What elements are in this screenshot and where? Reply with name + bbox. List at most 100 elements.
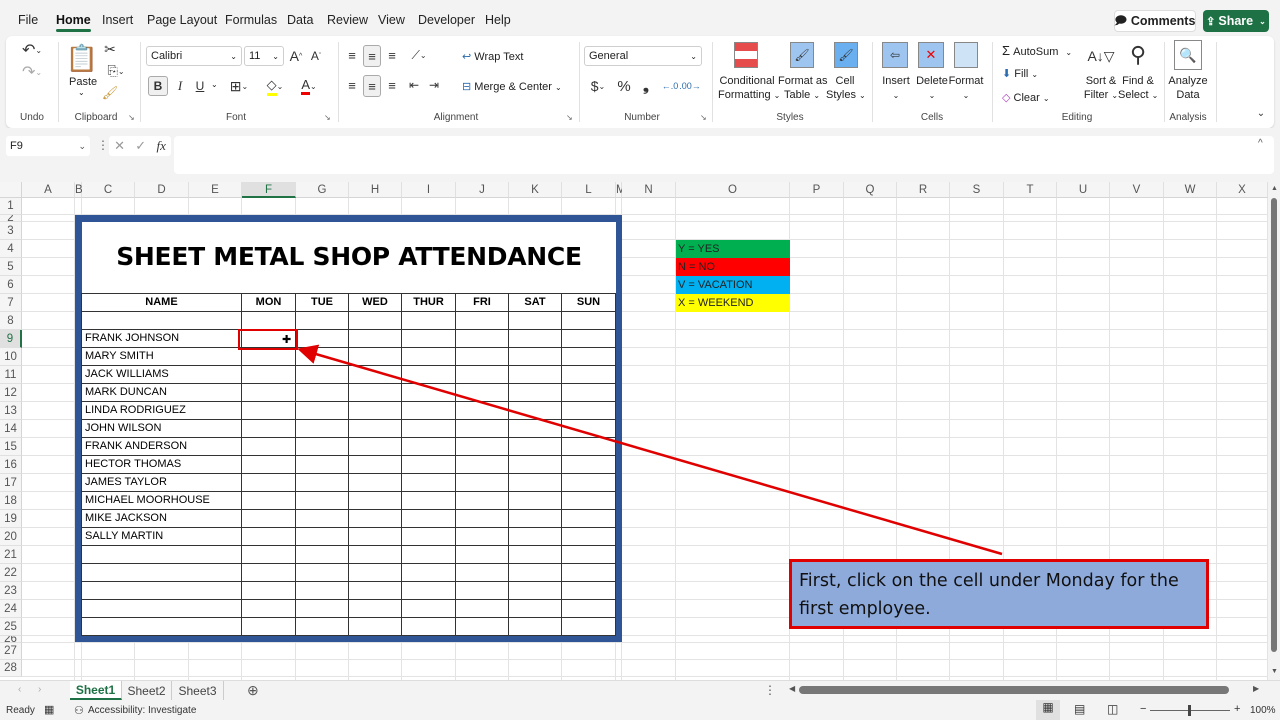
accessibility-status[interactable]: Accessibility: Investigate	[88, 705, 196, 716]
autosum-button[interactable]: Σ AutoSum ⌄	[1002, 43, 1072, 58]
tab-file[interactable]: File	[18, 13, 38, 27]
bold-button[interactable]: B	[148, 76, 168, 96]
tab-data[interactable]: Data	[287, 13, 313, 27]
cell-styles-button[interactable]: Cell Styles ⌄	[826, 74, 866, 103]
add-sheet-icon[interactable]: ⊕	[247, 682, 259, 699]
alignment-launcher-icon[interactable]: ↘	[566, 113, 573, 122]
increase-decimal-icon[interactable]: ←.0	[662, 76, 679, 96]
group-label-styles: Styles	[776, 112, 804, 123]
tab-page-layout[interactable]: Page Layout	[147, 13, 217, 27]
status-ready: Ready	[6, 705, 35, 716]
normal-view-icon[interactable]: ▦	[1036, 700, 1060, 720]
accessibility-icon: ⚇	[74, 705, 84, 717]
vertical-scrollbar[interactable]: ▲ ▼	[1268, 182, 1280, 680]
copy-icon[interactable]: ⎘ ⌄	[102, 62, 130, 80]
page-layout-view-icon[interactable]: ▤	[1074, 702, 1085, 716]
redo-icon[interactable]: ↷ ⌄	[18, 62, 46, 82]
sort-filter-icon: A↓▽	[1087, 47, 1115, 64]
sheet-tab-3[interactable]: Sheet3	[172, 681, 224, 700]
vertical-scroll-thumb[interactable]	[1271, 198, 1277, 652]
increase-font-icon[interactable]: A ^	[288, 46, 304, 66]
analyze-data-button[interactable]: Analyze Data	[1168, 74, 1208, 102]
align-top-icon[interactable]: ≡	[344, 46, 360, 64]
align-bottom-icon[interactable]: ≡	[384, 46, 400, 64]
cancel-icon[interactable]: ✕	[114, 138, 125, 154]
align-right-icon[interactable]: ≡	[384, 76, 400, 94]
font-launcher-icon[interactable]: ↘	[324, 113, 331, 122]
formula-input[interactable]	[174, 136, 1274, 174]
italic-button[interactable]: I	[172, 76, 188, 96]
merge-center-button[interactable]: ⊟ Merge & Center ⌄	[462, 80, 562, 93]
fill-color-icon[interactable]: ◇ ⌄	[262, 76, 288, 96]
align-left-icon[interactable]: ≡	[344, 76, 360, 94]
clipboard-launcher-icon[interactable]: ↘	[128, 113, 135, 122]
delete-cells-button[interactable]: Delete ⌄	[916, 74, 948, 103]
eraser-icon: ◇	[1002, 92, 1011, 104]
font-size-select[interactable]: 11 ⌄	[244, 46, 284, 66]
insert-function-button[interactable]: fx	[156, 138, 165, 154]
share-icon: ⇪	[1206, 15, 1216, 28]
decrease-font-icon[interactable]: Aˇ	[308, 46, 324, 66]
align-center-icon[interactable]: ≡	[363, 75, 381, 97]
clear-button[interactable]: ◇ Clear ⌄	[1002, 91, 1050, 104]
underline-button[interactable]: U	[192, 76, 208, 96]
insert-cells-icon: ⇦	[882, 42, 908, 68]
percent-button[interactable]: %	[616, 76, 632, 96]
comments-button[interactable]: 🗩 Comments	[1114, 10, 1196, 32]
collapse-ribbon-icon[interactable]: ⌄	[1254, 106, 1268, 120]
comments-label: Comments	[1130, 14, 1196, 28]
tab-formulas[interactable]: Formulas	[225, 13, 277, 27]
zoom-level[interactable]: 100%	[1250, 705, 1276, 716]
orientation-icon[interactable]: ⟋ ⌄	[406, 46, 432, 64]
more-options-icon[interactable]: ⋮	[97, 138, 109, 152]
wrap-text-button[interactable]: ↩ Wrap Text	[462, 50, 523, 63]
format-painter-icon[interactable]: 🖌	[102, 84, 119, 102]
zoom-out-button[interactable]: −	[1140, 703, 1146, 715]
font-name-select[interactable]: Calibri ⌄	[146, 46, 242, 66]
zoom-slider-thumb[interactable]	[1188, 705, 1191, 716]
enter-icon[interactable]: ✓	[135, 138, 146, 154]
delete-cells-icon: ✕	[918, 42, 944, 68]
tab-developer[interactable]: Developer	[418, 13, 475, 27]
name-box[interactable]: F9 ⌄	[6, 136, 90, 156]
undo-icon[interactable]: ↶ ⌄	[18, 40, 46, 60]
align-middle-icon[interactable]: ≡	[363, 45, 381, 67]
tab-view[interactable]: View	[378, 13, 405, 27]
macro-recording-icon[interactable]: ▦	[44, 703, 54, 716]
number-launcher-icon[interactable]: ↘	[700, 113, 707, 122]
conditional-formatting-button[interactable]: Conditional Formatting ⌄	[718, 74, 780, 103]
paste-icon[interactable]: 📋	[66, 40, 98, 76]
fill-button[interactable]: ⬇ Fill ⌄	[1002, 67, 1038, 80]
sheet-tab-2[interactable]: Sheet2	[122, 681, 172, 700]
decrease-decimal-icon[interactable]: .00→	[679, 76, 701, 96]
share-label: Share	[1218, 14, 1254, 28]
horizontal-scrollbar[interactable]: ◀ ▶	[789, 684, 1259, 696]
increase-indent-icon[interactable]: ⇥	[426, 76, 442, 94]
tab-home[interactable]: Home	[56, 13, 91, 32]
format-cells-button[interactable]: Format ⌄	[948, 74, 984, 103]
paste-button[interactable]: Paste	[69, 76, 97, 88]
comma-button[interactable]: ❟	[640, 76, 652, 96]
decrease-indent-icon[interactable]: ⇤	[406, 76, 422, 94]
insert-cells-button[interactable]: Insert ⌄	[882, 74, 910, 103]
sheet-tab-1[interactable]: Sheet1	[70, 681, 122, 700]
zoom-in-button[interactable]: +	[1234, 703, 1240, 715]
tab-insert[interactable]: Insert	[102, 13, 133, 27]
prev-sheet-icon[interactable]: ‹	[18, 684, 21, 695]
currency-button[interactable]: $ ⌄	[586, 76, 610, 96]
find-select-button[interactable]: Find & Select ⌄	[1118, 74, 1158, 103]
borders-icon[interactable]: ⊞ ⌄	[226, 76, 252, 96]
expand-formula-bar-icon[interactable]: ^	[1258, 138, 1263, 149]
share-button[interactable]: ⇪ Share ⌄	[1203, 10, 1269, 32]
sort-filter-button[interactable]: Sort & Filter ⌄	[1082, 74, 1120, 103]
tab-splitter-icon[interactable]: ⋮	[764, 683, 776, 697]
horizontal-scroll-thumb[interactable]	[799, 686, 1229, 694]
number-format-select[interactable]: General ⌄	[584, 46, 702, 66]
cut-icon[interactable]: ✂	[102, 40, 118, 58]
format-as-table-button[interactable]: Format as Table ⌄	[778, 74, 828, 103]
font-color-icon[interactable]: A ⌄	[296, 76, 322, 96]
tab-help[interactable]: Help	[485, 13, 511, 27]
page-break-view-icon[interactable]: ◫	[1107, 702, 1118, 716]
tab-review[interactable]: Review	[327, 13, 368, 27]
next-sheet-icon[interactable]: ›	[38, 684, 41, 695]
